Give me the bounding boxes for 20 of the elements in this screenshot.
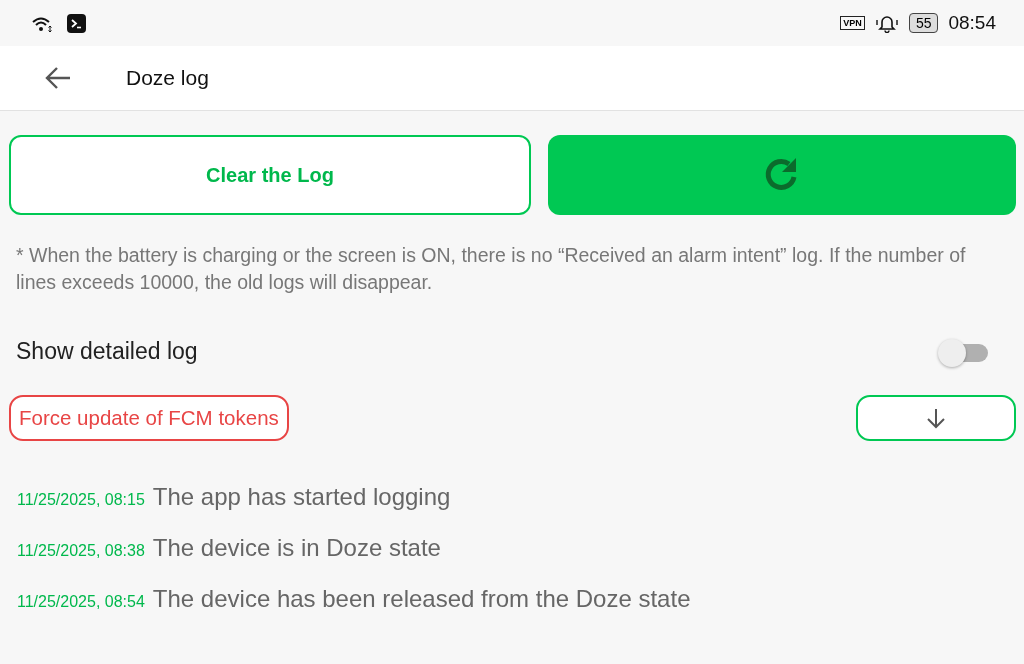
- info-note: * When the battery is charging or the screen is ON, there is no “Received an alarm intent” log. If the number of lines exceeds 10000, the old logs will disappear.: [16, 243, 967, 295]
- clock-time: 08:54: [948, 12, 996, 34]
- scroll-down-button[interactable]: [856, 395, 1016, 441]
- vpn-indicator: VPN: [840, 16, 865, 30]
- log-message: The app has started logging: [152, 483, 451, 511]
- setting-label: Show detailed log: [16, 338, 198, 365]
- log-message: The device has been released from the Doze state: [152, 585, 691, 613]
- log-timestamp: 11/25/2025, 08:15: [17, 491, 145, 509]
- log-timestamp: 11/25/2025, 08:38: [17, 542, 145, 560]
- log-message: The device is in Doze state: [152, 534, 441, 562]
- down-arrow-icon: [925, 407, 947, 429]
- toggle-switch[interactable]: [938, 338, 988, 365]
- battery-indicator: 55: [908, 13, 939, 33]
- screen-title: Doze log: [126, 66, 209, 90]
- force-update-button[interactable]: Force update of FCM tokens: [9, 395, 289, 441]
- terminal-icon: [67, 13, 86, 33]
- back-arrow-icon: [44, 66, 72, 90]
- bell-icon: [874, 13, 899, 33]
- log-timestamp: 11/25/2025, 08:54: [17, 593, 145, 611]
- clear-log-button[interactable]: Clear the Log: [9, 135, 531, 215]
